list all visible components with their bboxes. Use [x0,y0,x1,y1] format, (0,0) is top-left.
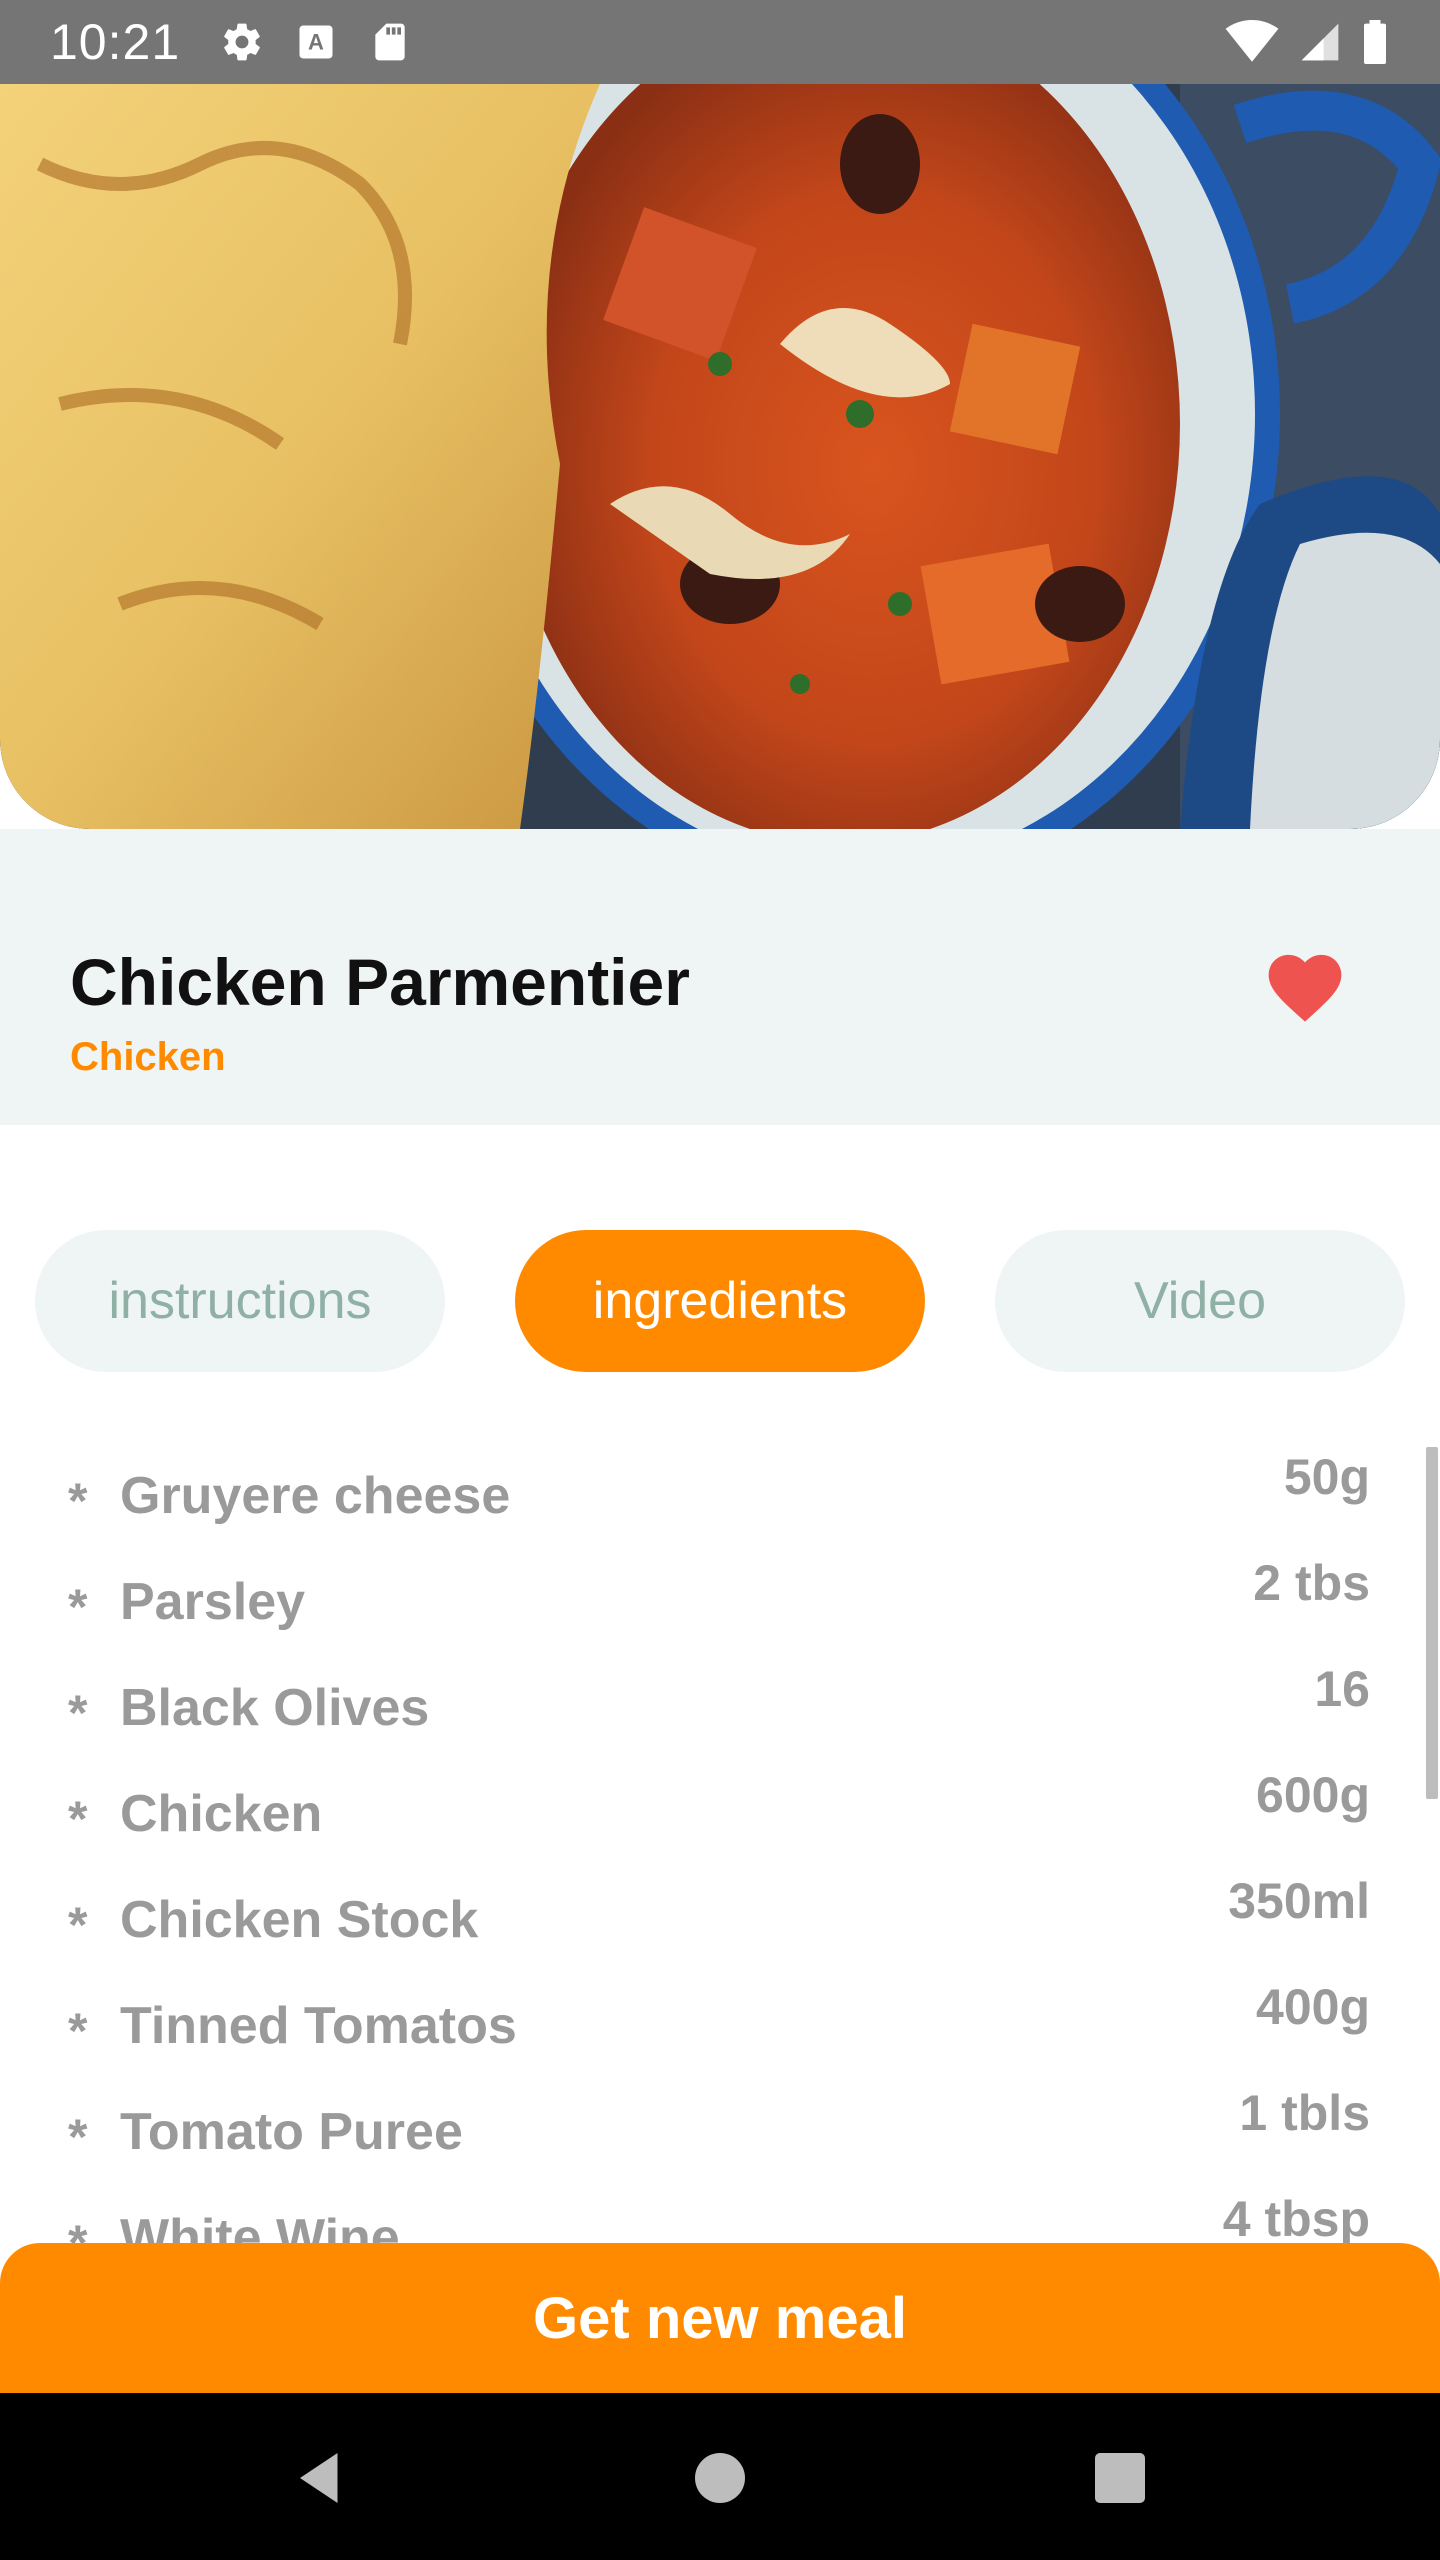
get-new-meal-button[interactable]: Get new meal [0,2243,1440,2393]
ingredient-bullet: * [68,1791,88,1847]
status-icons-right [1224,20,1390,64]
recents-icon[interactable] [1090,2448,1150,2508]
svg-text:A: A [308,29,324,54]
ingredient-bullet: * [68,1473,88,1529]
signal-icon [1301,23,1339,61]
meal-image [0,84,1440,829]
ingredient-measure: 2 tbs [1253,1555,1370,1611]
meal-title: Chicken Parmentier [70,945,690,1019]
ingredient-measure: 50g [1283,1449,1370,1505]
list-item: * Gruyere cheese 50g [0,1440,1440,1546]
ingredient-measure: 400g [1256,1979,1370,2035]
meal-photo [0,84,1440,829]
tab-ingredients[interactable]: ingredients [515,1230,925,1372]
ingredient-name: Tinned Tomatos [120,1997,517,2055]
status-bar: 10:21 A [0,0,1440,84]
ingredient-measure: 4 tbsp [1222,2191,1370,2245]
tab-instructions[interactable]: instructions [35,1230,445,1372]
ingredient-name: White Wine [120,2209,400,2245]
meal-category: Chicken [70,1035,226,1079]
app-root: 10:21 A Chicken Parmentier Chicken instr… [0,0,1440,2560]
ingredient-measure: 600g [1256,1767,1370,1823]
list-item: * Parsley 2 tbs [0,1546,1440,1652]
ingredients-list[interactable]: * Gruyere cheese 50g * Parsley 2 tbs * B… [0,1440,1440,2245]
system-nav-bar [0,2393,1440,2560]
ingredient-bullet: * [68,2003,88,2059]
ingredient-measure: 1 tbls [1239,2085,1370,2141]
ingredient-name: Gruyere cheese [120,1467,511,1525]
favorite-button[interactable] [1255,934,1355,1034]
ingredient-bullet: * [68,2215,88,2245]
heart-icon [1268,954,1342,1022]
list-item: * Chicken Stock 350ml [0,1864,1440,1970]
list-item: * Black Olives 16 [0,1652,1440,1758]
list-item: * Tomato Puree 1 tbls [0,2076,1440,2182]
ingredient-bullet: * [68,2109,88,2165]
list-item: * White Wine 4 tbsp [0,2182,1440,2245]
tab-video[interactable]: Video [995,1230,1405,1372]
ingredient-measure: 350ml [1228,1873,1370,1929]
ingredient-name: Chicken Stock [120,1891,479,1949]
scrollbar[interactable] [1426,1447,1438,1799]
ingredient-bullet: * [68,1579,88,1635]
keyboard-a-icon: A [299,25,333,59]
status-icons-left: A [220,20,412,64]
tab-bar: instructions ingredients Video [0,1230,1440,1372]
gear-icon [224,23,260,61]
list-item: * Chicken 600g [0,1758,1440,1864]
list-item: * Tinned Tomatos 400g [0,1970,1440,2076]
ingredient-name: Parsley [120,1573,306,1631]
ingredient-bullet: * [68,1685,88,1741]
home-icon[interactable] [690,2448,750,2508]
battery-icon [1364,20,1386,64]
wifi-icon [1225,20,1279,62]
sd-card-icon [375,23,405,61]
meal-header: Chicken Parmentier Chicken [0,829,1440,1125]
status-time: 10:21 [50,14,181,70]
back-icon[interactable] [290,2448,350,2508]
ingredient-name: Chicken [120,1785,323,1843]
ingredient-name: Black Olives [120,1679,430,1737]
ingredient-measure: 16 [1314,1661,1370,1717]
ingredient-bullet: * [68,1897,88,1953]
ingredient-name: Tomato Puree [120,2103,463,2161]
